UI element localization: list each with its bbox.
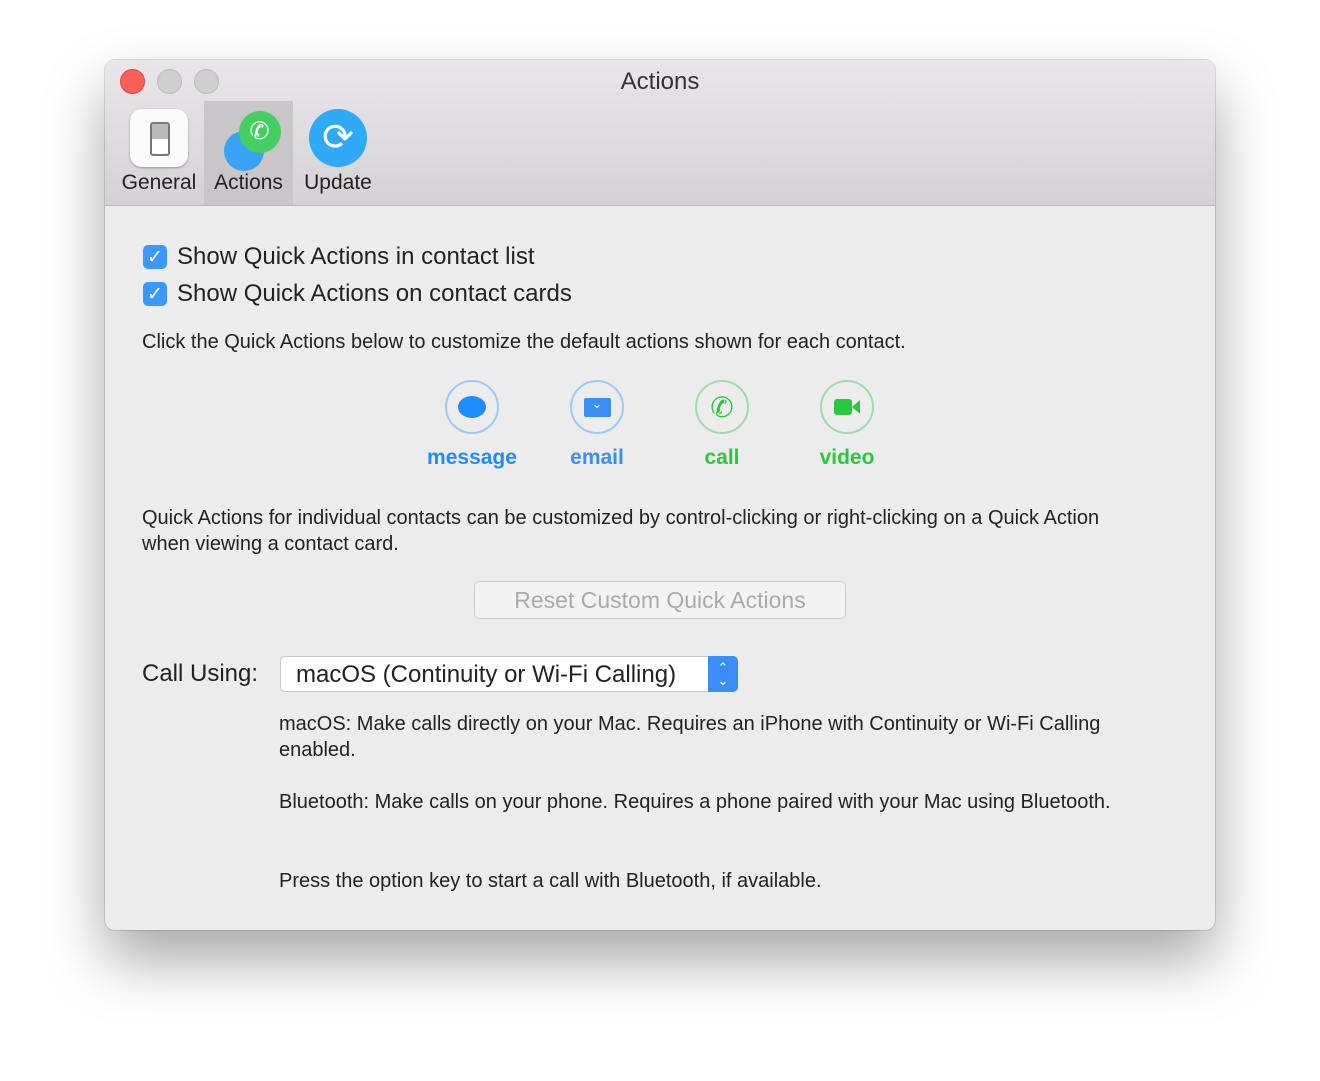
envelope-icon: ⌄ [570, 380, 624, 434]
chevron-updown-icon: ⌃ ⌄ [708, 656, 738, 692]
show-on-cards-checkbox[interactable]: ✓ Show Quick Actions on contact cards [143, 280, 572, 308]
option-key-description: Press the option key to start a call wit… [279, 870, 822, 892]
checkmark-icon: ✓ [143, 282, 167, 306]
show-in-list-checkbox[interactable]: ✓ Show Quick Actions in contact list [143, 243, 535, 271]
customize-note: Quick Actions for individual contacts ca… [142, 507, 1100, 555]
macos-description: macOS: Make calls directly on your Mac. … [279, 713, 1101, 761]
tab-update[interactable]: ⟳ Update [294, 101, 382, 205]
quick-action-email[interactable]: ⌄ email [542, 380, 652, 470]
refresh-icon: ⟳ [309, 109, 367, 167]
video-camera-icon [820, 380, 874, 434]
checkmark-icon: ✓ [143, 245, 167, 269]
reset-custom-quick-actions-button[interactable]: Reset Custom Quick Actions [474, 581, 846, 619]
actions-icon: ✆ [220, 109, 281, 171]
instructions-text: Click the Quick Actions below to customi… [142, 331, 906, 353]
tab-general[interactable]: General [115, 101, 203, 205]
switch-icon [130, 109, 188, 167]
call-using-select[interactable]: macOS (Continuity or Wi-Fi Calling) ⌃ ⌄ [280, 656, 738, 692]
quick-action-video[interactable]: video [792, 380, 902, 470]
call-using-label: Call Using: [142, 660, 259, 687]
window-title: Actions [620, 68, 700, 95]
preferences-window: Actions General ✆ Actions ⟳ Update ✓ Show… [105, 60, 1215, 930]
phone-icon: ✆ [695, 380, 749, 434]
bluetooth-description: Bluetooth: Make calls on your phone. Req… [279, 791, 1111, 813]
quick-action-message[interactable]: message [417, 380, 527, 470]
tab-actions[interactable]: ✆ Actions [204, 101, 293, 205]
title-bar: Actions General ✆ Actions ⟳ Update [105, 60, 1215, 206]
quick-action-call[interactable]: ✆ call [667, 380, 777, 470]
message-bubble-icon [445, 380, 499, 434]
